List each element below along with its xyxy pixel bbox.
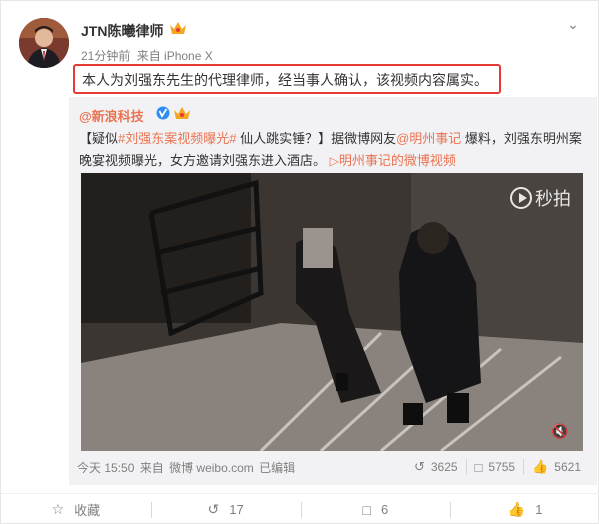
action-bar: ☆ 收藏 ↺ 17 □ 6 👍 1	[1, 493, 599, 524]
repost-text-mid1: 仙人跳实锤？】据微博网友	[236, 131, 397, 146]
video-link-icon[interactable]: ▷	[330, 154, 339, 168]
repost-source-prefix: 来自	[139, 461, 164, 475]
post-time[interactable]: 21分钟前	[81, 49, 130, 63]
thumbs-up-icon: 👍	[532, 459, 549, 474]
favorite-button[interactable]: ☆ 收藏	[1, 494, 151, 524]
favorite-label: 收藏	[74, 503, 101, 518]
vip-badge-icon[interactable]	[173, 106, 191, 120]
repost-action-count: 17	[229, 502, 244, 517]
repost-time[interactable]: 今天 15:50	[77, 461, 134, 475]
repost-text: 【疑似#刘强东案视频曝光# 仙人跳实锤？】据微博网友@明州事记 爆料，刘强东明州…	[79, 128, 587, 172]
video-link[interactable]: 明州事记的微博视频	[339, 153, 456, 168]
post-meta: 21分钟前 来自 iPhone X	[81, 47, 216, 64]
comment-count-button[interactable]: □ 5755	[465, 459, 524, 475]
video-player[interactable]: 秒拍 🔇	[81, 173, 583, 451]
user-name[interactable]: JTN陈曦律师	[81, 21, 163, 41]
comment-action-count: 6	[380, 502, 389, 517]
comment-button[interactable]: □ 6	[300, 494, 451, 524]
comment-icon: □	[362, 501, 371, 518]
repost-footer: 今天 15:50 来自 微博 weibo.com 已编辑	[77, 459, 297, 476]
mute-icon[interactable]: 🔇	[551, 423, 569, 441]
repost-box: @新浪科技 【疑似#刘强东案视频曝光# 仙人跳实锤？】据微博网友@明州事记 爆料…	[69, 97, 597, 485]
repost-source[interactable]: 微博 weibo.com	[169, 461, 254, 475]
star-icon: ☆	[51, 501, 65, 517]
repost-icon: ↺	[207, 501, 220, 517]
weibo-card: JTN陈曦律师 21分钟前 来自 iPhone X ⌄ 本人为刘强东先生的代理律…	[0, 0, 599, 524]
like-count: 5621	[554, 460, 581, 474]
play-icon	[510, 187, 532, 209]
like-count-button[interactable]: 👍 5621	[523, 459, 589, 475]
comment-count: 5755	[488, 460, 516, 474]
repost-icon: ↺	[413, 459, 425, 474]
post-text: 本人为刘强东先生的代理律师，经当事人确认，该视频内容属实。	[73, 64, 501, 94]
edited-label[interactable]: 已编辑	[259, 461, 295, 475]
verified-icon	[156, 106, 170, 120]
like-button[interactable]: 👍 1	[450, 494, 599, 524]
hashtag-link[interactable]: #刘强东案视频曝光#	[118, 131, 236, 146]
repost-user[interactable]: @新浪科技	[79, 106, 144, 125]
miaopai-watermark: 秒拍	[510, 185, 571, 211]
repost-stats: ↺ 3625 □ 5755 👍 5621	[406, 459, 589, 475]
chevron-down-icon[interactable]: ⌄	[563, 17, 583, 31]
like-action-count: 1	[535, 502, 543, 517]
avatar[interactable]	[19, 18, 69, 68]
vip-badge-icon[interactable]	[169, 21, 187, 35]
repost-count: 3625	[430, 460, 458, 474]
repost-text-prefix: 【疑似	[79, 131, 119, 146]
repost-count-button[interactable]: ↺ 3625	[406, 459, 466, 475]
post-source: 来自 iPhone X	[136, 49, 213, 63]
thumbs-up-icon: 👍	[507, 501, 526, 517]
comment-icon: □	[474, 459, 483, 475]
repost-button[interactable]: ↺ 17	[150, 494, 301, 524]
miaopai-label: 秒拍	[535, 189, 571, 209]
mention-link[interactable]: @明州事记	[396, 131, 461, 146]
